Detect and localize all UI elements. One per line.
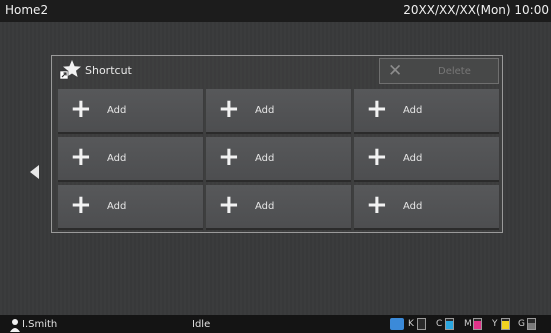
toner-level-fill: [502, 321, 509, 329]
toner-label: Y: [492, 319, 498, 329]
toner-label: M: [464, 319, 472, 329]
toner-level-bar: [501, 318, 510, 330]
toner-level-fill: [446, 321, 453, 329]
delete-label: Delete: [438, 66, 471, 77]
add-shortcut-tile[interactable]: + Add: [58, 89, 203, 134]
datetime: 20XX/XX/XX(Mon) 10:00: [403, 3, 549, 17]
toner-label: K: [408, 319, 414, 329]
tile-label: Add: [107, 201, 127, 212]
delete-button[interactable]: ✕ Delete: [379, 58, 499, 84]
toner-label: G: [518, 319, 525, 329]
star-shortcut-icon: [59, 60, 81, 80]
tile-label: Add: [403, 105, 423, 116]
add-shortcut-tile[interactable]: + Add: [354, 137, 499, 182]
tile-label: Add: [403, 153, 423, 164]
tile-label: Add: [255, 201, 275, 212]
plus-icon: +: [366, 142, 388, 172]
tile-label: Add: [403, 201, 423, 212]
tile-label: Add: [107, 153, 127, 164]
refresh-icon[interactable]: [390, 318, 404, 330]
plus-icon: +: [218, 190, 240, 220]
plus-icon: +: [366, 94, 388, 124]
shortcut-title: Shortcut: [85, 64, 132, 77]
screen-title: Home2: [5, 3, 49, 17]
plus-icon: +: [70, 94, 92, 124]
toner-level-bar: [527, 318, 536, 330]
previous-page-icon[interactable]: [30, 165, 39, 179]
tile-label: Add: [255, 105, 275, 116]
add-shortcut-tile[interactable]: + Add: [354, 89, 499, 134]
plus-icon: +: [70, 190, 92, 220]
toner-m: M: [464, 317, 494, 331]
add-shortcut-tile[interactable]: + Add: [206, 185, 351, 230]
shortcut-grid: + Add + Add + Add + Add + Add + Add + Ad…: [58, 89, 500, 239]
close-icon: ✕: [388, 61, 403, 81]
toner-c: C: [436, 317, 466, 331]
tile-label: Add: [255, 153, 275, 164]
toner-level-bar: [473, 318, 482, 330]
add-shortcut-tile[interactable]: + Add: [206, 137, 351, 182]
machine-status: Idle: [192, 319, 211, 330]
plus-icon: +: [218, 94, 240, 124]
plus-icon: +: [70, 142, 92, 172]
toner-level-bar: [417, 318, 426, 330]
tile-label: Add: [107, 105, 127, 116]
toner-g: G: [518, 317, 548, 331]
add-shortcut-tile[interactable]: + Add: [58, 185, 203, 230]
add-shortcut-tile[interactable]: + Add: [58, 137, 203, 182]
toner-level-bar: [445, 318, 454, 330]
plus-icon: +: [218, 142, 240, 172]
add-shortcut-tile[interactable]: + Add: [354, 185, 499, 230]
user-icon: [10, 319, 20, 332]
toner-label: C: [436, 319, 443, 329]
status-bar: I.Smith Idle K C M Y G: [0, 315, 551, 333]
top-bar: Home2 20XX/XX/XX(Mon) 10:00: [0, 0, 551, 23]
toner-level-fill: [474, 321, 481, 329]
user-name[interactable]: I.Smith: [22, 319, 57, 330]
toner-level-fill: [528, 323, 535, 329]
plus-icon: +: [366, 190, 388, 220]
toner-k: K: [408, 317, 438, 331]
add-shortcut-tile[interactable]: + Add: [206, 89, 351, 134]
